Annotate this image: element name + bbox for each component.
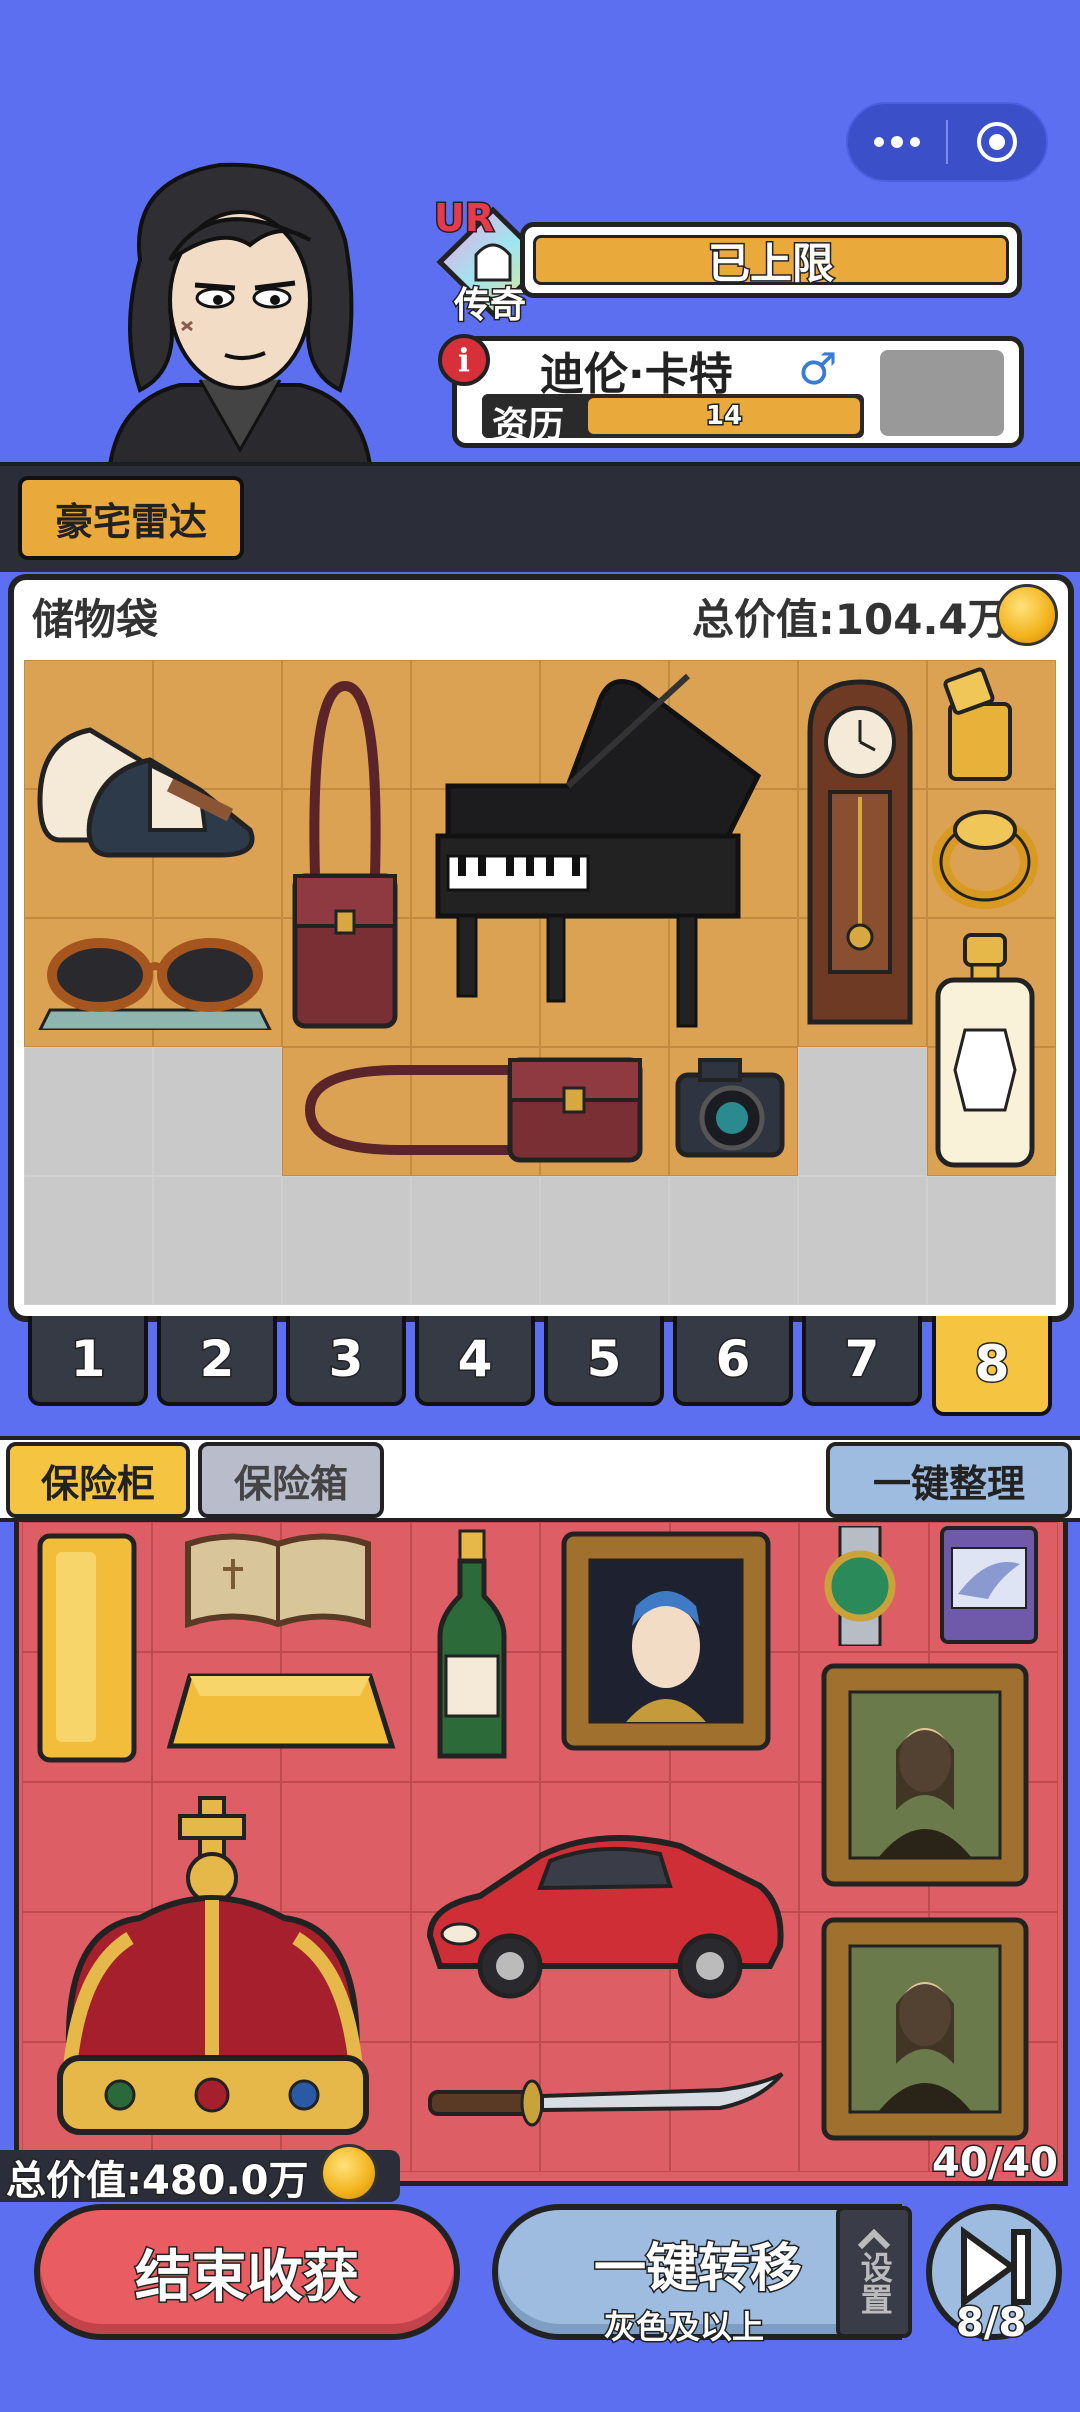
info-icon[interactable]: i — [438, 334, 490, 386]
sneakers-item[interactable] — [30, 690, 270, 860]
page-tab-7[interactable]: 7 — [802, 1316, 922, 1406]
more-button[interactable] — [848, 104, 946, 180]
gold-ingot-item[interactable] — [160, 1656, 400, 1766]
target-circle-icon — [977, 122, 1017, 162]
vault-total-value: 总价值:480.0万 — [5, 2157, 311, 2206]
rarity-code: UR — [432, 195, 495, 242]
skip-forward-icon — [961, 2226, 1031, 2308]
experience-label: 资历 — [492, 405, 565, 446]
page-tab-8[interactable]: 8 — [932, 1316, 1052, 1416]
grandfather-clock-item[interactable] — [800, 672, 920, 1034]
chevron-up-icon — [857, 2229, 891, 2250]
shoulder-bag-item[interactable] — [300, 1050, 650, 1170]
royal-crown-item[interactable] — [40, 1788, 390, 2148]
page-tab-6[interactable]: 6 — [673, 1316, 793, 1406]
page-tab-4[interactable]: 4 — [415, 1316, 535, 1406]
red-sports-car-item[interactable] — [420, 1816, 790, 2006]
page-tab-1[interactable]: 1 — [28, 1316, 148, 1406]
gold-bar-item[interactable] — [32, 1528, 142, 1768]
skip-count: 8/8 — [954, 2299, 1027, 2348]
vault-coin-icon — [320, 2144, 378, 2202]
coin-icon — [996, 584, 1058, 646]
more-dots-icon — [874, 136, 920, 148]
storage-total-value: 总价值:104.4万 — [692, 595, 1010, 644]
vault-capacity-count: 40/40 — [931, 2139, 1060, 2188]
gold-ring-item[interactable] — [930, 800, 1040, 910]
transfer-label: 一键转移 — [592, 2238, 803, 2301]
sort-all-button[interactable]: 一键整理 — [826, 1442, 1072, 1518]
male-gender-icon: ♂ — [798, 344, 838, 395]
storage-title: 储物袋 — [32, 595, 159, 644]
level-status: 已上限 — [533, 235, 1009, 289]
mona-lisa-painting-item[interactable] — [818, 1660, 1032, 1890]
wristwatch-item[interactable] — [818, 1526, 902, 1646]
champagne-item[interactable] — [432, 1526, 512, 1766]
page-tab-2[interactable]: 2 — [157, 1316, 277, 1406]
mansion-radar-button[interactable]: 豪宅雷达 — [18, 476, 244, 560]
end-harvest-button[interactable]: 结束收获 — [34, 2204, 460, 2340]
ancient-book-item[interactable] — [178, 1524, 378, 1634]
rarity-name: 传奇 — [452, 284, 527, 328]
page-tab-5[interactable]: 5 — [544, 1316, 664, 1406]
experience-value: 14 — [588, 398, 860, 434]
lighter-item[interactable] — [940, 664, 1020, 784]
close-button[interactable] — [948, 104, 1046, 180]
mona-lisa-painting-item-2[interactable] — [818, 1914, 1032, 2144]
perfume-item[interactable] — [930, 930, 1040, 1170]
trading-card-item[interactable] — [938, 1524, 1040, 1646]
tab-safe-cabinet[interactable]: 保险柜 — [6, 1442, 190, 1518]
camera-item[interactable] — [670, 1050, 790, 1165]
transfer-sublabel: 灰色及以上 — [602, 2307, 765, 2348]
transfer-settings-button[interactable]: 设置 — [836, 2206, 912, 2338]
katana-item[interactable] — [420, 2060, 790, 2140]
level-bar: 已上限 — [520, 222, 1022, 298]
character-name: 迪伦·卡特 — [540, 349, 733, 400]
settings-label: 设置 — [855, 2251, 894, 2315]
tab-safe-box[interactable]: 保险箱 — [198, 1442, 384, 1518]
mini-program-capsule — [846, 102, 1048, 182]
handbag-item[interactable] — [280, 676, 410, 1036]
character-photo-placeholder — [880, 350, 1004, 436]
pearl-earring-painting-item[interactable] — [556, 1526, 776, 1756]
character-avatar[interactable] — [100, 150, 380, 465]
page-tab-3[interactable]: 3 — [286, 1316, 406, 1406]
grand-piano-item[interactable] — [428, 666, 778, 1036]
sunglasses-item[interactable] — [30, 930, 280, 1030]
